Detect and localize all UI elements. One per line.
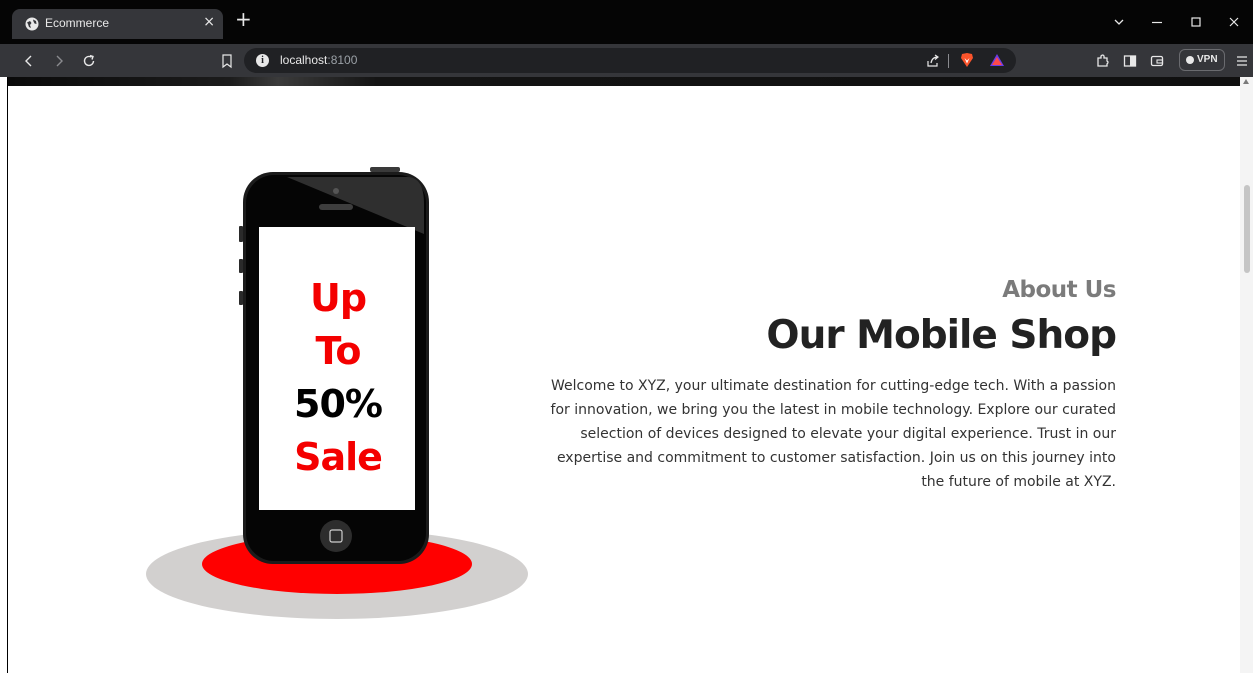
globe-icon — [25, 17, 39, 31]
vpn-status-icon — [1186, 56, 1194, 64]
bookmark-icon[interactable] — [218, 52, 236, 70]
about-description: Welcome to XYZ, your ultimate destinatio… — [550, 378, 1116, 490]
vpn-label: VPN — [1197, 54, 1218, 65]
promo-line-up: Up — [309, 276, 367, 320]
extensions-icon[interactable] — [1094, 52, 1112, 70]
sidebar-icon[interactable] — [1121, 52, 1139, 70]
url-host: localhost — [280, 53, 328, 67]
scroll-up-arrow-icon[interactable] — [1243, 79, 1249, 84]
page-viewport: Up To 50% Sale About Us Our Mobile Shop … — [0, 77, 1253, 673]
tab-close-button[interactable]: × — [203, 14, 215, 30]
tab-title: Ecommerce — [45, 16, 110, 30]
scrollbar-thumb[interactable] — [1244, 185, 1250, 273]
site-info-icon[interactable]: i — [256, 54, 269, 67]
address-bar[interactable]: i localhost:8100 — [244, 48, 1016, 73]
address-divider — [948, 54, 949, 68]
close-window-icon[interactable] — [1225, 13, 1243, 31]
promo-line-sale: Sale — [294, 435, 383, 479]
wallet-icon[interactable] — [1148, 52, 1166, 70]
promo-text: Up To 50% Sale — [260, 272, 416, 484]
forward-icon[interactable] — [50, 52, 68, 70]
reload-icon[interactable] — [80, 52, 98, 70]
browser-tab-bar: Ecommerce × + — [0, 0, 1253, 44]
vpn-button[interactable]: VPN — [1179, 49, 1225, 71]
tab-search-chevron-icon[interactable] — [1110, 13, 1128, 31]
url-text[interactable]: localhost:8100 — [280, 53, 357, 67]
brave-shields-icon[interactable] — [958, 51, 976, 69]
promo-line-to: To — [315, 329, 362, 373]
menu-icon[interactable] — [1233, 52, 1251, 70]
brave-rewards-icon[interactable] — [988, 51, 1006, 69]
about-title: Our Mobile Shop — [766, 313, 1117, 358]
promo-line-percent: 50% — [294, 382, 383, 426]
promo-phone-image: Up To 50% Sale — [137, 164, 530, 622]
share-icon[interactable] — [924, 52, 942, 70]
about-subtitle: About Us — [1002, 277, 1116, 303]
back-icon[interactable] — [20, 52, 38, 70]
new-tab-button[interactable]: + — [235, 9, 252, 29]
browser-toolbar: i localhost:8100 VPN — [0, 44, 1253, 77]
vertical-scrollbar[interactable] — [1240, 77, 1253, 673]
minimize-icon[interactable] — [1148, 13, 1166, 31]
about-section: About Us Our Mobile Shop Welcome to XYZ,… — [516, 77, 1117, 673]
viewport-left-border — [7, 77, 8, 673]
url-port: :8100 — [327, 53, 358, 67]
maximize-icon[interactable] — [1187, 13, 1205, 31]
browser-tab[interactable]: Ecommerce × — [12, 9, 223, 39]
